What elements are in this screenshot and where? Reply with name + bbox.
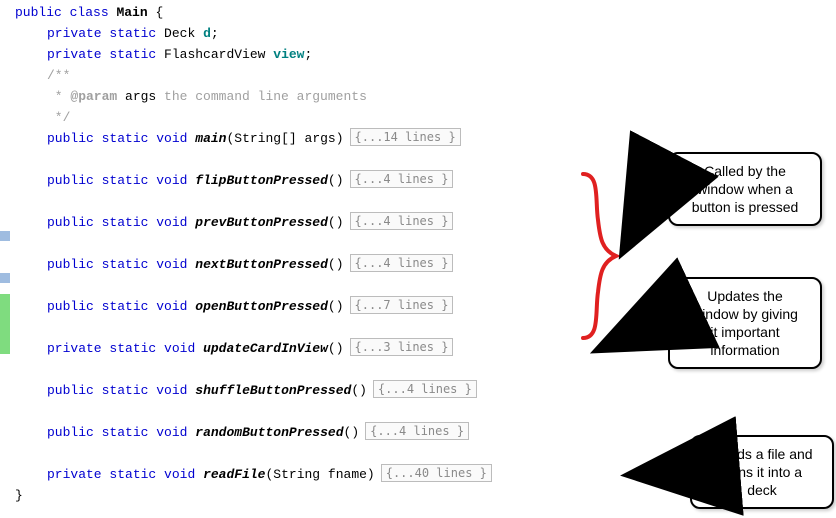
fold-indicator[interactable]: {...4 lines } — [373, 380, 477, 398]
blank-line — [15, 359, 492, 380]
brace-icon — [583, 174, 616, 338]
callout-text: Updates thewindow by givingit importanti… — [692, 288, 798, 358]
arrow-icon — [628, 194, 668, 242]
method-random: public static void randomButtonPressed()… — [15, 422, 492, 443]
fold-indicator[interactable]: {...14 lines } — [350, 128, 461, 146]
fold-indicator[interactable]: {...40 lines } — [381, 464, 492, 482]
field-view: private static FlashcardView view; — [15, 44, 492, 65]
javadoc-param: * @param args the command line arguments — [15, 86, 492, 107]
blank-line — [15, 233, 492, 254]
arrow-icon — [608, 320, 668, 345]
blank-line — [15, 191, 492, 212]
callout-text: Reads a file andturns it into adeck — [711, 446, 812, 498]
method-next: public static void nextButtonPressed(){.… — [15, 254, 492, 275]
method-prev: public static void prevButtonPressed(){.… — [15, 212, 492, 233]
gutter-mark-green — [0, 294, 10, 354]
gutter-mark-blue-2 — [0, 273, 10, 283]
method-main: public static void main(String[] args){.… — [15, 128, 492, 149]
fold-indicator[interactable]: {...4 lines } — [365, 422, 469, 440]
fold-indicator[interactable]: {...4 lines } — [350, 254, 454, 272]
closing-brace: } — [15, 485, 492, 506]
fold-indicator[interactable]: {...7 lines } — [350, 296, 454, 314]
fold-indicator[interactable]: {...3 lines } — [350, 338, 454, 356]
callout-update-window: Updates thewindow by givingit importanti… — [668, 277, 822, 369]
method-shuffle: public static void shuffleButtonPressed(… — [15, 380, 492, 401]
code-editor[interactable]: public class Main { private static Deck … — [15, 2, 492, 506]
method-flip: public static void flipButtonPressed(){.… — [15, 170, 492, 191]
callout-button-press: Called by thewindow when abutton is pres… — [668, 152, 822, 226]
blank-line — [15, 443, 492, 464]
callout-read-file: Reads a file andturns it into adeck — [690, 435, 834, 509]
method-update: private static void updateCardInView(){.… — [15, 338, 492, 359]
method-open: public static void openButtonPressed(){.… — [15, 296, 492, 317]
blank-line — [15, 317, 492, 338]
editor-gutter — [0, 0, 10, 518]
javadoc-open: /** — [15, 65, 492, 86]
class-declaration: public class Main { — [15, 2, 492, 23]
blank-line — [15, 275, 492, 296]
gutter-mark-blue-1 — [0, 231, 10, 241]
arrow-icon — [640, 470, 690, 474]
javadoc-close: */ — [15, 107, 492, 128]
fold-indicator[interactable]: {...4 lines } — [350, 212, 454, 230]
fold-indicator[interactable]: {...4 lines } — [350, 170, 454, 188]
blank-line — [15, 401, 492, 422]
field-d: private static Deck d; — [15, 23, 492, 44]
callout-text: Called by thewindow when abutton is pres… — [692, 163, 799, 215]
method-readfile: private static void readFile(String fnam… — [15, 464, 492, 485]
blank-line — [15, 149, 492, 170]
